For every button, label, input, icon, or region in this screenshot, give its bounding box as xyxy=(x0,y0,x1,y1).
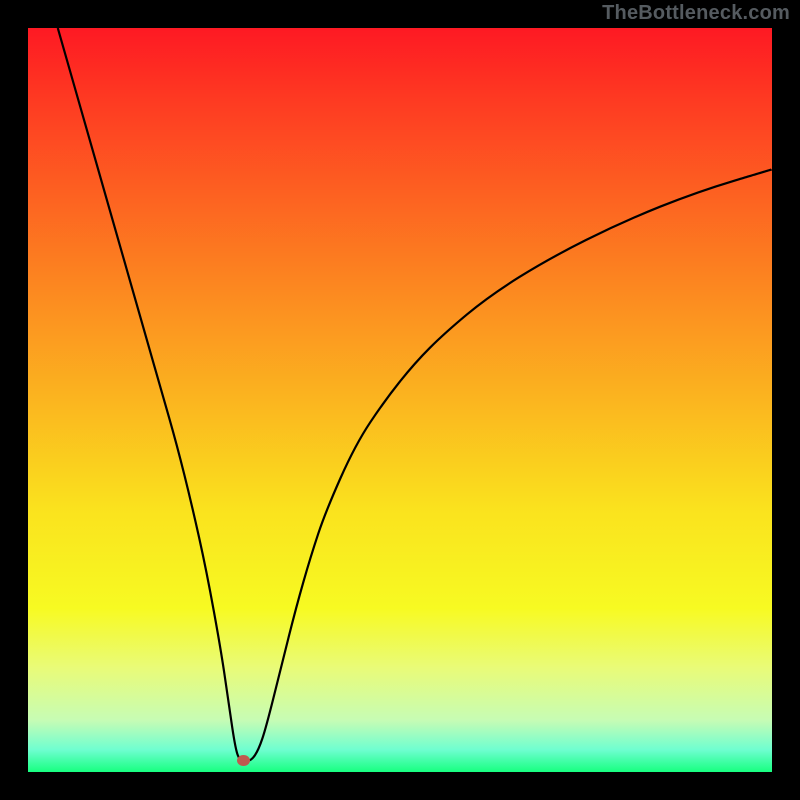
bottleneck-curve xyxy=(28,28,772,772)
watermark-label: TheBottleneck.com xyxy=(602,2,790,25)
chart-frame: TheBottleneck.com xyxy=(0,0,800,800)
